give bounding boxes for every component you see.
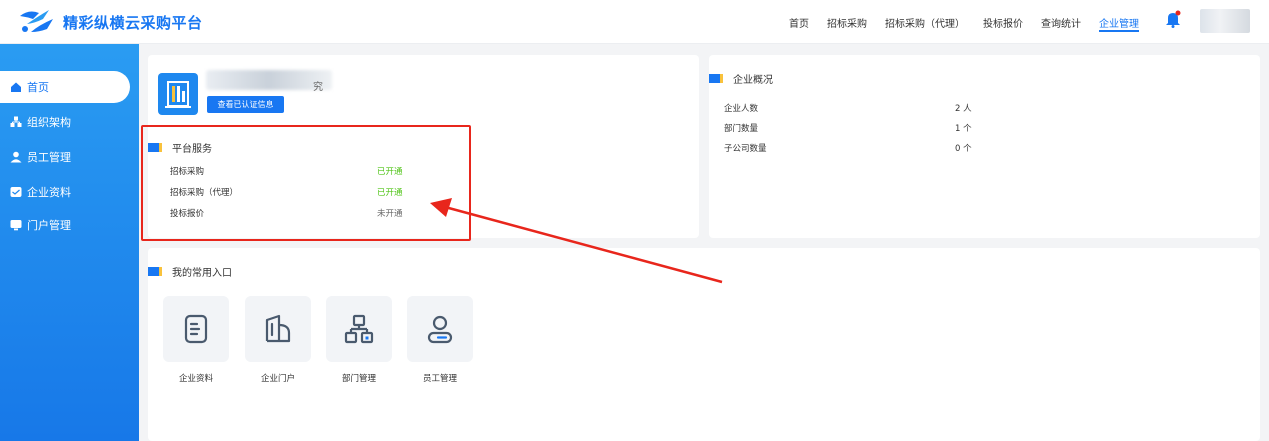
- overview-card: [709, 55, 1260, 238]
- quick-entry-title: 我的常用入口: [148, 264, 232, 279]
- building-icon: [165, 81, 191, 108]
- home-icon: [11, 82, 21, 92]
- user-icon: [427, 315, 453, 344]
- quick-entry-label: 员工管理: [422, 374, 457, 384]
- document-icon: [184, 314, 208, 344]
- nav-tender-procurement-agent[interactable]: 招标采购（代理）: [885, 0, 965, 44]
- overview-label: 部门数量: [724, 124, 759, 134]
- sidebar-item-label: 企业资料: [27, 186, 71, 199]
- section-title-text: 企业概况: [733, 75, 773, 86]
- quick-entry-staff[interactable]: [407, 296, 473, 362]
- logo-icon: [20, 10, 53, 32]
- nav-bid-quote[interactable]: 投标报价: [983, 0, 1023, 44]
- nav-home[interactable]: 首页: [789, 0, 809, 44]
- enterprise-logo: [158, 73, 198, 115]
- quick-entry-label: 企业门户: [260, 374, 295, 384]
- overview-label: 子公司数量: [724, 144, 767, 154]
- sidebar: 首页 组织架构 员工管理 企业资料 门户管理: [0, 44, 139, 441]
- annotation-highlight-box: [141, 125, 471, 241]
- quick-entry-department[interactable]: [326, 296, 392, 362]
- sidebar-item-org-structure[interactable]: 组织架构: [0, 106, 130, 138]
- user-icon: [10, 151, 22, 163]
- profile-icon: [10, 187, 22, 197]
- sidebar-item-label: 首页: [27, 81, 49, 94]
- sidebar-item-label: 组织架构: [27, 116, 71, 129]
- overview-value: 0 个: [955, 144, 972, 154]
- monitor-icon: [10, 220, 22, 231]
- overview-value: 2 人: [955, 104, 972, 114]
- overview-value: 1 个: [955, 124, 972, 134]
- top-header: 精彩纵横云采购平台 首页 招标采购 招标采购（代理） 投标报价 查询统计 企业管…: [0, 0, 1269, 44]
- quick-entry-card: [148, 248, 1260, 441]
- sidebar-item-home[interactable]: 首页: [0, 71, 130, 103]
- quick-entry-portal[interactable]: [245, 296, 311, 362]
- building-icon: [265, 314, 291, 343]
- nav-enterprise-management[interactable]: 企业管理: [1099, 0, 1139, 44]
- sidebar-item-enterprise-info[interactable]: 企业资料: [0, 176, 130, 208]
- sidebar-item-label: 门户管理: [27, 219, 71, 232]
- section-title-text: 我的常用入口: [172, 268, 232, 279]
- bell-icon[interactable]: [1165, 10, 1181, 28]
- nav-tender-procurement[interactable]: 招标采购: [827, 0, 867, 44]
- quick-entry-enterprise-info[interactable]: [163, 296, 229, 362]
- logo[interactable]: 精彩纵横云采购平台: [17, 7, 203, 37]
- user-avatar[interactable]: [1200, 9, 1250, 33]
- section-marker: [709, 74, 723, 83]
- enterprise-name-tail: 究: [313, 82, 323, 93]
- sidebar-item-label: 员工管理: [27, 151, 71, 164]
- quick-entry-label: 部门管理: [341, 374, 376, 384]
- quick-entry-label: 企业资料: [178, 374, 213, 384]
- org-icon: [10, 116, 22, 127]
- sidebar-item-staff[interactable]: 员工管理: [0, 141, 130, 173]
- overview-title: 企业概况: [709, 71, 773, 86]
- sidebar-item-portal[interactable]: 门户管理: [0, 209, 130, 241]
- nav-query-stats[interactable]: 查询统计: [1041, 0, 1081, 44]
- section-marker: [148, 267, 162, 276]
- top-nav: 首页 招标采购 招标采购（代理） 投标报价 查询统计 企业管理: [771, 0, 1139, 44]
- app-title: 精彩纵横云采购平台: [63, 13, 203, 32]
- org-tree-icon: [344, 314, 374, 344]
- overview-label: 企业人数: [724, 104, 759, 114]
- view-certification-button[interactable]: 查看已认证信息: [207, 96, 284, 113]
